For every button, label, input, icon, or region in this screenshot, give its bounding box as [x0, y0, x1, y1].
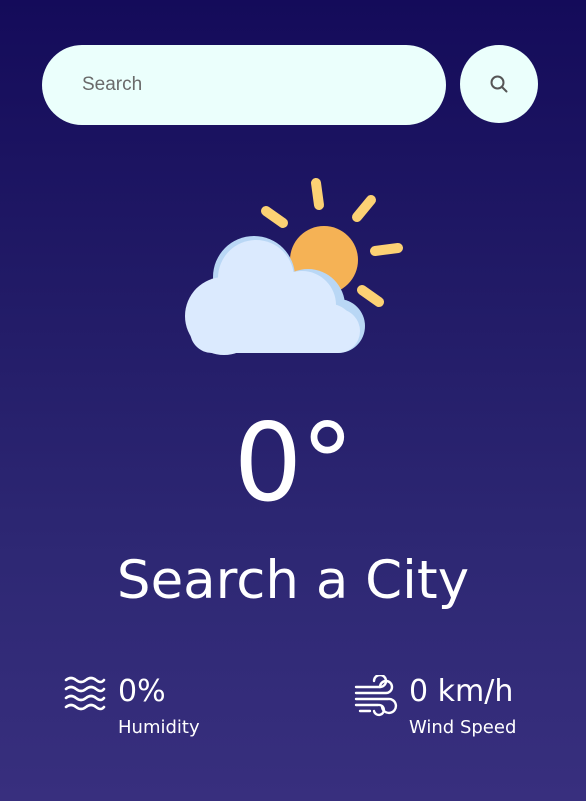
partly-cloudy-icon — [185, 178, 403, 355]
wind-detail: 0 km/h Wind Speed — [354, 672, 554, 742]
wind-speed-value: 0 km/h — [409, 674, 514, 709]
humidity-icon — [64, 676, 106, 711]
temperature: 0° — [233, 401, 355, 526]
weather-app: 0° Search a City 0% Humidity 0 km/h Wind… — [0, 0, 586, 801]
search-bar — [42, 45, 538, 125]
wind-icon — [354, 675, 398, 717]
humidity-label: Humidity — [118, 717, 200, 738]
wind-speed-label: Wind Speed — [409, 717, 517, 738]
humidity-detail: 0% Humidity — [64, 672, 264, 742]
search-input[interactable] — [42, 45, 446, 125]
search-icon — [490, 75, 508, 93]
city-name: Search a City — [116, 550, 470, 611]
search-button[interactable] — [460, 45, 538, 123]
humidity-value: 0% — [118, 674, 166, 709]
